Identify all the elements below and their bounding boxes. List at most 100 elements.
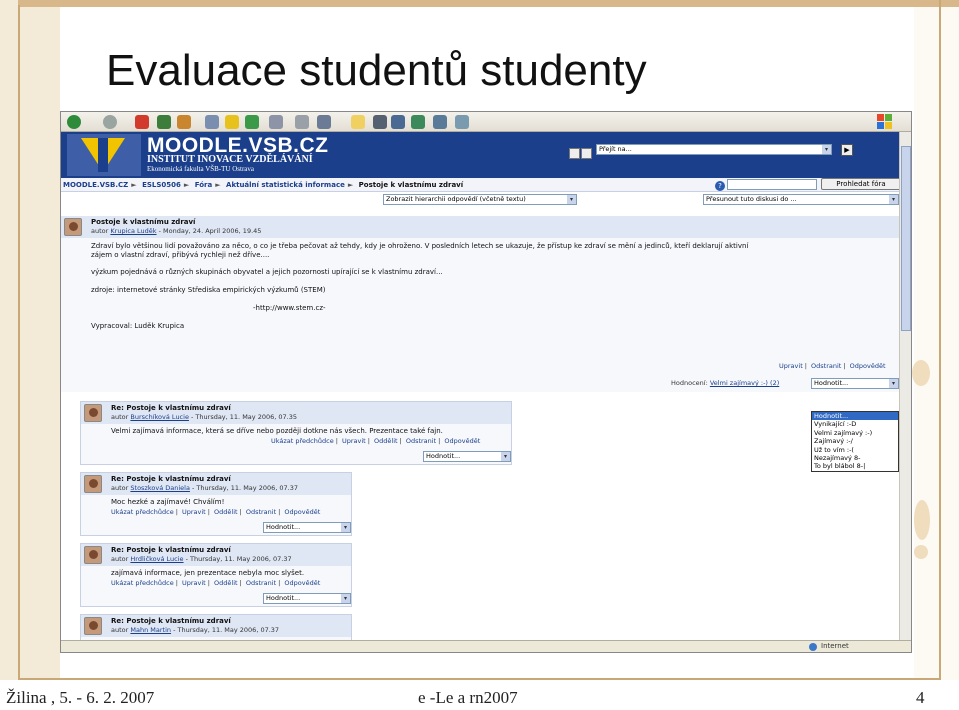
post-date: - Monday, 24. April 2006, 19.45 [156,227,262,235]
forward-icon[interactable] [103,115,117,129]
toolbar-icon[interactable] [455,115,469,129]
rating-select[interactable]: Hodnotit... ▾ [811,378,899,389]
breadcrumb-current: Postoje k vlastnímu zdraví [358,181,464,189]
search-forums-button[interactable]: Prohledat fóra [821,178,901,190]
rating-option[interactable]: Velmi zajímavý :-) [812,429,898,437]
delete-link[interactable]: Odstranit [406,437,436,445]
edit-link[interactable]: Upravit [182,508,206,516]
slide-number: 4 [916,688,925,707]
slide-title: Evaluace studentů studenty [106,46,647,95]
help-icon[interactable]: ? [715,181,725,191]
jump-to-select[interactable]: Přejít na... ▾ [596,144,832,155]
next-arrow-icon[interactable]: ▶ [841,144,853,156]
post-title: Re: Postoje k vlastnímu zdraví [111,404,231,412]
mail-icon[interactable] [269,115,283,129]
slide-left-border [0,0,60,680]
grid-icon[interactable] [569,148,580,159]
decoration-shape [912,360,930,386]
post-title: Re: Postoje k vlastnímu zdraví [111,546,231,554]
reply-link[interactable]: Odpovědět [284,579,320,587]
stop-icon[interactable] [135,115,149,129]
chevron-down-icon: ▾ [341,594,350,603]
avatar[interactable] [64,218,82,236]
show-parent-link[interactable]: Ukázat předchůdce [111,508,174,516]
breadcrumb-course[interactable]: ESLS0506 [142,181,181,189]
vertical-scrollbar[interactable] [899,132,911,642]
rating-select[interactable]: Hodnotit... ▾ [263,522,351,533]
footer-conference: e -Le a rn2007 [418,688,518,707]
rating-option[interactable]: To byl blábol 8-| [812,462,898,470]
rating-select[interactable]: Hodnotit... ▾ [263,593,351,604]
post-date: - Thursday, 11. May 2006, 07.35 [188,413,297,421]
folder-icon[interactable] [351,115,365,129]
prev-arrow-icon[interactable] [581,148,592,159]
post-body-line: zájem o vlastní zdraví, přibývá rychleji… [91,251,270,259]
edit-icon[interactable] [317,115,331,129]
avatar[interactable] [84,404,102,422]
search-icon[interactable] [205,115,219,129]
move-discussion-select[interactable]: Přesunout tuto diskusi do ... ▾ [703,194,899,205]
rating-option[interactable]: Hodnotit... [812,412,898,421]
jump-to-value: Přejít na... [599,145,632,153]
back-icon[interactable] [67,115,81,129]
avatar[interactable] [84,546,102,564]
rating-value-link[interactable]: Velmi zajímavý :-) (2) [710,379,779,387]
delete-link[interactable]: Odstranit [246,508,276,516]
avatar[interactable] [84,617,102,635]
edit-link[interactable]: Upravit [182,579,206,587]
edit-link[interactable]: Upravit [779,362,803,370]
status-zone: Internet [821,642,849,650]
home-icon[interactable] [177,115,191,129]
reply-link[interactable]: Odpovědět [850,362,886,370]
delete-link[interactable]: Odstranit [246,579,276,587]
breadcrumb-home[interactable]: MOODLE.VSB.CZ [63,181,128,189]
history-icon[interactable] [245,115,259,129]
post-meta: autor Krupica Luděk - Monday, 24. April … [91,227,261,235]
rating-select[interactable]: Hodnotit... ▾ [423,451,511,462]
post-author-link[interactable]: Stoszková Daniela [130,484,190,492]
moodle-header: MOODLE.VSB.CZ INSTITUT INOVACE VZDĚLÁVÁN… [61,132,901,178]
post-author-link[interactable]: Krupica Luděk [110,227,156,235]
rating-option[interactable]: Nezajímavý 8- [812,454,898,462]
post-title: Re: Postoje k vlastnímu zdraví [111,475,231,483]
rating-summary: Hodnocení: Velmi zajímavý :-) (2) [671,379,779,387]
toolbar-icon[interactable] [391,115,405,129]
print-icon[interactable] [295,115,309,129]
toolbar-icon[interactable] [411,115,425,129]
forum-reply: Re: Postoje k vlastnímu zdraví autor Mah… [80,614,352,642]
breadcrumb-forums[interactable]: Fóra [195,181,212,189]
forum-search-input[interactable] [727,179,817,190]
reply-link[interactable]: Odpovědět [284,508,320,516]
edit-link[interactable]: Upravit [342,437,366,445]
rating-select-value: Hodnotit... [266,523,301,531]
post-author-link[interactable]: Hrdličková Lucie [130,555,183,563]
post-date: - Thursday, 11. May 2006, 07.37 [171,626,280,634]
scrollbar-thumb[interactable] [901,146,911,331]
display-mode-select[interactable]: Zobrazit hierarchii odpovědí (včetně tex… [383,194,577,205]
rating-option[interactable]: Vynikající :-D [812,420,898,428]
refresh-icon[interactable] [157,115,171,129]
post-author-link[interactable]: Burschíková Lucie [130,413,189,421]
post-action-links: Ukázat předchůdce | Upravit | Oddělit | Ods… [111,579,321,587]
favorites-icon[interactable] [225,115,239,129]
rating-label: Hodnocení: [671,379,708,387]
toolbar-icon[interactable] [373,115,387,129]
split-link[interactable]: Oddělit [214,508,238,516]
display-mode-value: Zobrazit hierarchii odpovědí (včetně tex… [386,195,526,203]
split-link[interactable]: Oddělit [374,437,398,445]
split-link[interactable]: Oddělit [214,579,238,587]
reply-link[interactable]: Odpovědět [444,437,480,445]
toolbar-icon[interactable] [433,115,447,129]
show-parent-link[interactable]: Ukázat předchůdce [271,437,334,445]
delete-link[interactable]: Odstranit [811,362,841,370]
rating-option[interactable]: Už to vím :-( [812,446,898,454]
show-parent-link[interactable]: Ukázat předchůdce [111,579,174,587]
breadcrumb-forum[interactable]: Aktuální statistická informace [226,181,345,189]
presentation-slide: Evaluace studentů studenty MOODLE.VSB.CZ… [0,0,959,710]
post-body-line: výzkum pojednává o různých skupinách oby… [91,268,443,276]
post-author-link[interactable]: Mahn Martin [130,626,171,634]
faculty-name: Ekonomická fakulta VŠB-TU Ostrava [147,165,254,173]
rating-option[interactable]: Zajímavý :-/ [812,437,898,445]
internet-zone-icon [809,643,817,651]
avatar[interactable] [84,475,102,493]
